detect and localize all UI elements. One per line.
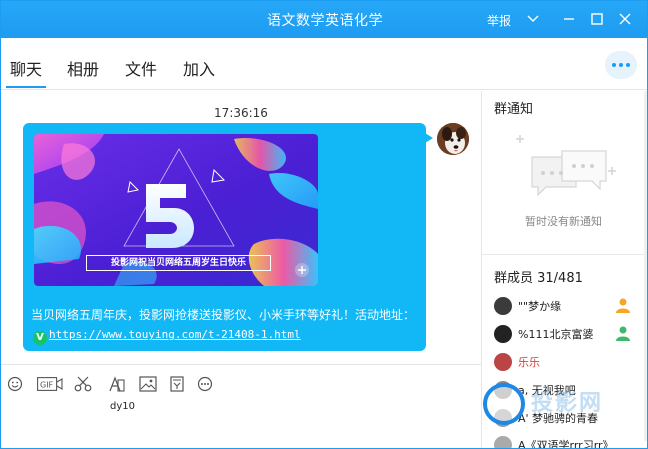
chevron-down-icon[interactable]: [523, 9, 543, 29]
report-button[interactable]: 举报: [487, 12, 511, 29]
tab-chat[interactable]: 聊天: [5, 56, 47, 88]
message-body: 当贝网络五周年庆，投影网抢楼送投影仪、小米手环等好礼！活动地址：: [31, 308, 416, 322]
font-style-icon[interactable]: [107, 375, 127, 393]
gif-icon[interactable]: GIF: [37, 375, 63, 393]
emoji-icon[interactable]: [5, 375, 25, 393]
gif-label: GIF: [40, 381, 54, 390]
group-members-title: 群成员 31/481: [494, 271, 583, 286]
banner-caption: 投影网祝当贝网络五周岁生日快乐: [86, 255, 271, 271]
watermark-text: 投影网: [531, 391, 604, 416]
member-name: ""梦か缘: [518, 300, 562, 313]
member-item[interactable]: A《双语学rrr习rr》: [494, 435, 644, 449]
member-name: 乐乐: [518, 356, 540, 369]
tab-album[interactable]: 相册: [67, 56, 99, 80]
image-icon[interactable]: [138, 375, 158, 393]
screen-shake-icon[interactable]: [167, 375, 187, 393]
verified-badge-icon: V: [33, 331, 47, 345]
member-avatar: [494, 353, 512, 371]
member-item[interactable]: %111北京富婆: [494, 324, 644, 344]
chat-area[interactable]: 17:36:16 投影网祝当贝网络五周岁生日快乐 当贝网络五周年庆，投影网抢楼送…: [1, 91, 481, 364]
member-avatar: [494, 297, 512, 315]
side-scrollbar[interactable]: [644, 91, 647, 441]
title-bar: 语文数学英语化学 举报: [1, 1, 647, 38]
message-input-area[interactable]: GIF dy10: [1, 364, 481, 448]
more-tools-icon[interactable]: [195, 375, 215, 393]
member-name: A《双语学rrr习rr》: [518, 439, 614, 449]
watermark-logo: [483, 383, 525, 425]
message-bubble[interactable]: 投影网祝当贝网络五周岁生日快乐 当贝网络五周年庆，投影网抢楼送投影仪、小米手环等…: [23, 123, 433, 351]
minimize-icon[interactable]: [559, 9, 579, 29]
tab-bar: 聊天 相册 文件 加入: [1, 38, 647, 90]
member-avatar: [494, 436, 512, 448]
dog-avatar-icon: [437, 123, 469, 155]
no-notice-text: 暂时没有新通知: [525, 215, 602, 228]
message-link[interactable]: https://www.touying.com/t-21408-1.html: [49, 328, 301, 341]
admin-badge-icon: [616, 298, 630, 313]
member-item[interactable]: ""梦か缘: [494, 296, 644, 316]
tab-files[interactable]: 文件: [125, 56, 157, 80]
draft-text[interactable]: dy10: [110, 401, 135, 412]
qq-group-chat-window: 语文数学英语化学 举报 聊天 相册 文件 加入 17:36:16 投影网祝当贝网…: [0, 0, 648, 449]
scissors-icon[interactable]: [73, 375, 93, 393]
message-text[interactable]: 当贝网络五周年庆，投影网抢楼送投影仪、小米手环等好礼！活动地址： V https:/…: [31, 306, 421, 345]
owner-badge-icon: [616, 326, 630, 341]
window-title: 语文数学英语化学: [267, 13, 383, 29]
member-name: %111北京富婆: [518, 328, 594, 341]
maximize-icon[interactable]: [587, 9, 607, 29]
message-timestamp: 17:36:16: [214, 106, 268, 120]
close-icon[interactable]: [615, 9, 635, 29]
sender-avatar[interactable]: [437, 123, 469, 155]
member-item[interactable]: 乐乐: [494, 352, 644, 372]
empty-notice-chat-icon: [516, 135, 616, 197]
message-banner-image[interactable]: 投影网祝当贝网络五周岁生日快乐: [34, 134, 318, 286]
more-options-icon[interactable]: [605, 51, 637, 79]
side-divider: [482, 254, 644, 255]
group-notice-title: 群通知: [494, 102, 534, 117]
member-avatar: [494, 325, 512, 343]
tab-join[interactable]: 加入: [183, 56, 215, 80]
